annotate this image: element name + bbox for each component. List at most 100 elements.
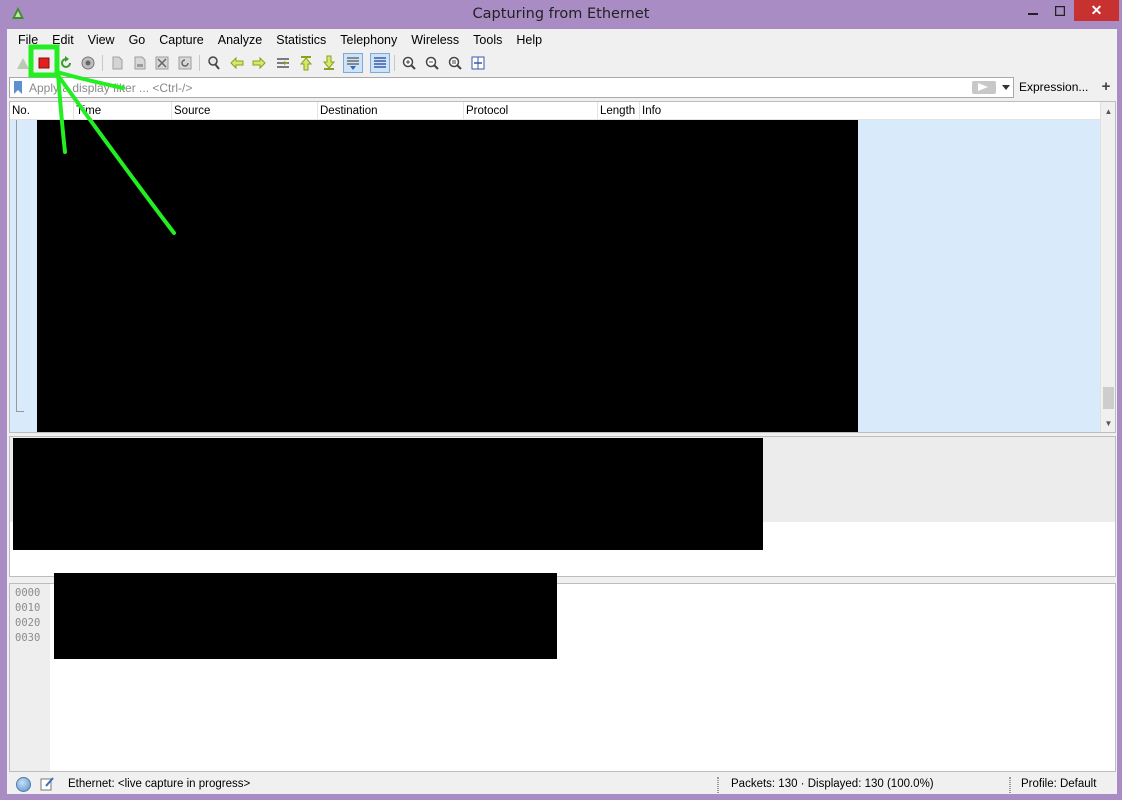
maximize-button[interactable] bbox=[1047, 0, 1073, 21]
column-header-protocol[interactable]: Protocol bbox=[464, 102, 598, 120]
scroll-down-icon[interactable]: ▼ bbox=[1101, 416, 1116, 430]
go-to-packet-button[interactable] bbox=[273, 53, 293, 73]
column-header-info[interactable]: Info bbox=[640, 102, 1102, 120]
bookmark-icon[interactable] bbox=[13, 81, 23, 94]
expression-button[interactable]: Expression... bbox=[1019, 77, 1094, 98]
filter-history-dropdown[interactable] bbox=[999, 80, 1013, 95]
go-back-button[interactable] bbox=[227, 53, 247, 73]
go-first-packet-icon bbox=[299, 56, 313, 71]
display-filter-bar: Expression... + bbox=[9, 77, 1115, 99]
zoom-in-icon bbox=[402, 56, 416, 70]
autoscroll-icon bbox=[347, 57, 359, 70]
add-filter-button[interactable]: + bbox=[1097, 77, 1115, 98]
start-capture-icon bbox=[17, 58, 29, 69]
packet-list-rows[interactable] bbox=[10, 120, 1102, 432]
go-forward-button[interactable] bbox=[249, 53, 269, 73]
close-button[interactable]: ✕ bbox=[1074, 0, 1119, 21]
normal-size-button[interactable] bbox=[445, 53, 465, 73]
close-file-button[interactable] bbox=[152, 53, 172, 73]
byte-offset: 0000 bbox=[15, 587, 41, 599]
zoom-out-button[interactable] bbox=[422, 53, 442, 73]
minimize-icon bbox=[1028, 12, 1038, 15]
redacted-packet-bytes bbox=[54, 573, 557, 659]
packet-count-text: Packets: 130 · Displayed: 130 (100.0%) bbox=[731, 778, 934, 790]
menu-help[interactable]: Help bbox=[509, 30, 549, 50]
column-header-length[interactable]: Length bbox=[598, 102, 640, 120]
open-file-button[interactable] bbox=[107, 53, 127, 73]
profile-status-text[interactable]: Profile: Default bbox=[1021, 778, 1096, 790]
menu-tools[interactable]: Tools bbox=[466, 30, 509, 50]
packet-list-header: No. Time Source Destination Protocol Len… bbox=[10, 102, 1102, 120]
main-toolbar bbox=[7, 51, 1117, 75]
go-to-packet-icon bbox=[277, 58, 289, 68]
scrollbar-thumb[interactable] bbox=[1103, 387, 1114, 409]
packet-list-scrollbar[interactable]: ▲ ▼ bbox=[1100, 102, 1115, 432]
menu-statistics[interactable]: Statistics bbox=[269, 30, 333, 50]
normal-size-icon bbox=[448, 56, 462, 70]
stop-capture-button[interactable] bbox=[34, 53, 54, 73]
menu-edit[interactable]: Edit bbox=[45, 30, 81, 50]
menu-capture[interactable]: Capture bbox=[152, 30, 210, 50]
stop-capture-icon bbox=[38, 57, 50, 69]
column-header-no[interactable]: No. bbox=[10, 102, 74, 120]
menu-bar: File Edit View Go Capture Analyze Statis… bbox=[7, 29, 1117, 51]
chevron-down-icon bbox=[1002, 85, 1010, 90]
status-separator bbox=[1009, 777, 1011, 793]
go-back-icon bbox=[230, 56, 244, 70]
start-capture-button[interactable] bbox=[13, 53, 33, 73]
title-bar: Capturing from Ethernet ✕ bbox=[0, 0, 1122, 30]
packet-details-pane bbox=[9, 436, 1116, 577]
menu-telephony[interactable]: Telephony bbox=[333, 30, 404, 50]
apply-filter-arrow-icon[interactable] bbox=[972, 81, 996, 94]
main-window: File Edit View Go Capture Analyze Statis… bbox=[7, 29, 1117, 794]
menu-file[interactable]: File bbox=[11, 30, 45, 50]
colorize-button[interactable] bbox=[370, 53, 390, 73]
open-file-icon bbox=[112, 56, 123, 70]
status-separator bbox=[717, 777, 719, 793]
go-forward-icon bbox=[252, 56, 266, 70]
expert-info-icon[interactable] bbox=[16, 777, 31, 792]
menu-view[interactable]: View bbox=[81, 30, 122, 50]
resize-columns-button[interactable] bbox=[468, 53, 488, 73]
column-header-source[interactable]: Source bbox=[172, 102, 318, 120]
column-header-destination[interactable]: Destination bbox=[318, 102, 464, 120]
status-bar: Ethernet: <live capture in progress> Pac… bbox=[7, 775, 1117, 794]
go-first-packet-button[interactable] bbox=[296, 53, 316, 73]
minimize-button[interactable] bbox=[1020, 0, 1046, 21]
display-filter-input[interactable] bbox=[29, 79, 959, 96]
redacted-packet-details bbox=[13, 438, 763, 550]
save-file-icon bbox=[134, 56, 146, 70]
packet-list-pane: No. Time Source Destination Protocol Len… bbox=[9, 101, 1116, 433]
scroll-up-icon[interactable]: ▲ bbox=[1101, 104, 1116, 118]
reload-file-icon bbox=[178, 56, 192, 70]
restart-capture-icon bbox=[61, 56, 71, 68]
window-title: Capturing from Ethernet bbox=[472, 6, 650, 22]
zoom-out-icon bbox=[425, 56, 439, 70]
menu-go[interactable]: Go bbox=[122, 30, 153, 50]
reload-file-button[interactable] bbox=[175, 53, 195, 73]
byte-offset-gutter: 0000 0010 0020 0030 bbox=[10, 584, 50, 771]
restart-capture-button[interactable] bbox=[56, 53, 76, 73]
redacted-packet-list bbox=[37, 120, 858, 432]
zoom-in-button[interactable] bbox=[399, 53, 419, 73]
byte-offset: 0010 bbox=[15, 602, 41, 614]
find-packet-button[interactable] bbox=[204, 53, 224, 73]
toolbar-separator bbox=[394, 55, 395, 71]
capture-options-button[interactable] bbox=[78, 53, 98, 73]
go-last-packet-button[interactable] bbox=[319, 53, 339, 73]
capture-options-icon bbox=[81, 56, 95, 70]
packet-bytes-pane: 0000 0010 0020 0030 bbox=[9, 573, 1116, 772]
find-packet-icon bbox=[208, 56, 220, 70]
colorize-icon bbox=[374, 57, 386, 68]
capture-comment-icon[interactable] bbox=[39, 776, 55, 792]
menu-analyze[interactable]: Analyze bbox=[211, 30, 269, 50]
autoscroll-button[interactable] bbox=[343, 53, 363, 73]
resize-columns-icon bbox=[471, 56, 485, 70]
column-header-time[interactable]: Time bbox=[74, 102, 172, 120]
byte-offset: 0020 bbox=[15, 617, 41, 629]
toolbar-separator bbox=[199, 55, 200, 71]
byte-offset: 0030 bbox=[15, 632, 41, 644]
display-filter-box bbox=[9, 77, 1014, 98]
save-file-button[interactable] bbox=[130, 53, 150, 73]
menu-wireless[interactable]: Wireless bbox=[404, 30, 466, 50]
